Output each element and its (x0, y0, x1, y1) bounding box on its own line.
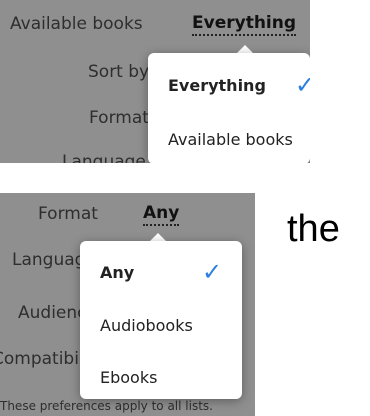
option-audiobooks[interactable]: Audiobooks (80, 294, 242, 346)
format-value[interactable]: Any (143, 203, 180, 226)
top-settings-panel: Available books Everything Sort by Forma… (0, 0, 310, 163)
format-label: Format (89, 108, 149, 128)
availability-dropdown: Everything ✓ Available books (148, 53, 310, 163)
check-icon: ✓ (202, 258, 223, 286)
option-any[interactable]: Any ✓ (80, 241, 242, 293)
bottom-settings-panel: Format Any Language Audience Compatibili… (0, 193, 255, 416)
check-icon: ✓ (295, 71, 310, 99)
language-label: Language (62, 152, 146, 163)
option-available-books-label: Available books (168, 130, 293, 149)
option-ebooks-label: Ebooks (100, 368, 158, 387)
option-audiobooks-label: Audiobooks (100, 316, 193, 335)
option-ebooks[interactable]: Ebooks (80, 347, 242, 399)
format-label: Format (38, 204, 98, 224)
option-any-label: Any (100, 263, 135, 282)
side-caption-text: the (287, 208, 340, 250)
option-available-books[interactable]: Available books (148, 109, 310, 163)
footer-note: These preferences apply to all lists. (0, 399, 213, 413)
sort-by-label: Sort by (88, 62, 150, 82)
format-dropdown: Any ✓ Audiobooks Ebooks (80, 241, 242, 399)
option-everything[interactable]: Everything ✓ (148, 53, 310, 108)
availability-filter-value[interactable]: Everything (192, 13, 297, 36)
option-everything-label: Everything (168, 76, 266, 95)
availability-filter-label: Available books (10, 14, 143, 34)
